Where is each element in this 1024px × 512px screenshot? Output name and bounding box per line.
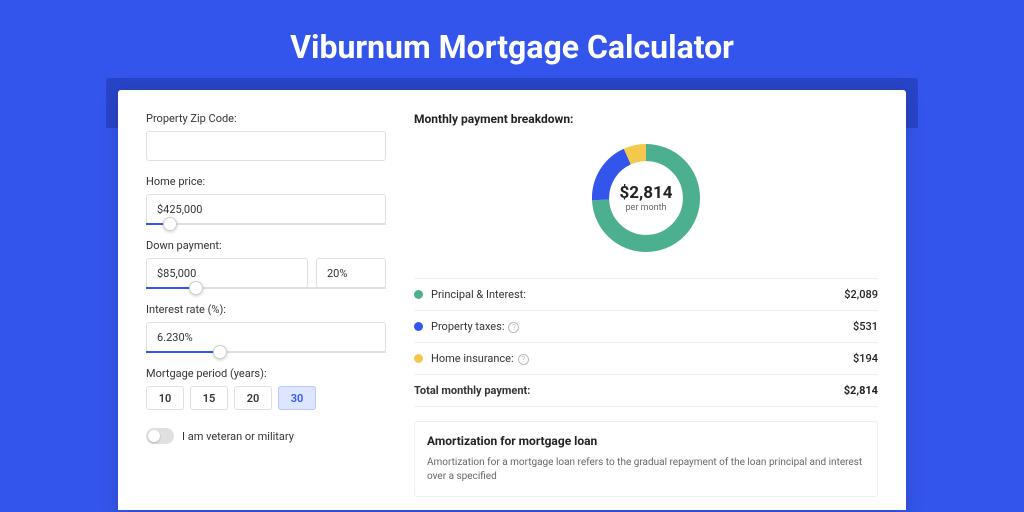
down-label: Down payment:	[146, 239, 386, 252]
legend-row-taxes: Property taxes:? $531	[414, 311, 878, 343]
zip-field: Property Zip Code:	[146, 112, 386, 161]
amortization-title: Amortization for mortgage loan	[427, 434, 865, 448]
zip-label: Property Zip Code:	[146, 112, 386, 125]
veteran-label: I am veteran or military	[182, 430, 294, 443]
amortization-text: Amortization for a mortgage loan refers …	[427, 456, 865, 484]
down-amount-input[interactable]	[146, 258, 308, 288]
legend-value: $194	[853, 352, 878, 365]
down-slider-thumb[interactable]	[189, 281, 203, 295]
donut-center: $2,814 per month	[620, 183, 673, 213]
calculator-card: Property Zip Code: Home price: Down paym…	[118, 90, 906, 510]
legend-value: $531	[853, 320, 878, 333]
veteran-field: I am veteran or military	[146, 428, 386, 444]
donut-chart: $2,814 per month	[586, 138, 706, 258]
down-field: Down payment:	[146, 239, 386, 289]
price-field: Home price:	[146, 175, 386, 225]
rate-slider-thumb[interactable]	[213, 345, 227, 359]
breakdown-title: Monthly payment breakdown:	[414, 112, 878, 126]
legend-dot	[414, 322, 423, 331]
down-pct-input[interactable]	[316, 258, 386, 288]
legend-row-insurance: Home insurance:? $194	[414, 343, 878, 375]
veteran-toggle[interactable]	[146, 428, 174, 444]
rate-field: Interest rate (%):	[146, 303, 386, 353]
period-btn-15[interactable]: 15	[190, 386, 228, 410]
info-icon[interactable]: ?	[518, 354, 529, 365]
legend-value: $2,089	[844, 288, 878, 301]
donut-label: per month	[620, 203, 673, 213]
period-label: Mortgage period (years):	[146, 367, 386, 380]
amortization-box: Amortization for mortgage loan Amortizat…	[414, 421, 878, 497]
price-slider-thumb[interactable]	[163, 217, 177, 231]
price-input[interactable]	[146, 194, 386, 224]
donut-value: $2,814	[620, 183, 673, 203]
period-field: Mortgage period (years): 10 15 20 30	[146, 367, 386, 410]
price-slider[interactable]	[146, 223, 386, 225]
legend-row-total: Total monthly payment: $2,814	[414, 375, 878, 407]
rate-input[interactable]	[146, 322, 386, 352]
price-label: Home price:	[146, 175, 386, 188]
legend-name: Principal & Interest:	[431, 288, 844, 301]
legend-row-principal: Principal & Interest: $2,089	[414, 279, 878, 311]
down-slider[interactable]	[146, 287, 386, 289]
period-options: 10 15 20 30	[146, 386, 386, 410]
total-value: $2,814	[844, 384, 878, 397]
period-btn-20[interactable]: 20	[234, 386, 272, 410]
legend-dot	[414, 290, 423, 299]
rate-label: Interest rate (%):	[146, 303, 386, 316]
legend-dot	[414, 354, 423, 363]
legend-name: Home insurance:?	[431, 352, 853, 365]
zip-input[interactable]	[146, 131, 386, 161]
donut-chart-wrap: $2,814 per month	[414, 138, 878, 258]
rate-slider[interactable]	[146, 351, 386, 353]
breakdown-panel: Monthly payment breakdown: $2,814 per mo…	[414, 112, 878, 488]
period-btn-30[interactable]: 30	[278, 386, 316, 410]
legend: Principal & Interest: $2,089 Property ta…	[414, 278, 878, 407]
rate-slider-fill	[146, 351, 220, 353]
period-btn-10[interactable]: 10	[146, 386, 184, 410]
page-title: Viburnum Mortgage Calculator	[0, 28, 1024, 66]
total-label: Total monthly payment:	[414, 384, 844, 397]
inputs-panel: Property Zip Code: Home price: Down paym…	[146, 112, 386, 488]
legend-name: Property taxes:?	[431, 320, 853, 333]
info-icon[interactable]: ?	[508, 322, 519, 333]
page-header: Viburnum Mortgage Calculator	[0, 0, 1024, 90]
